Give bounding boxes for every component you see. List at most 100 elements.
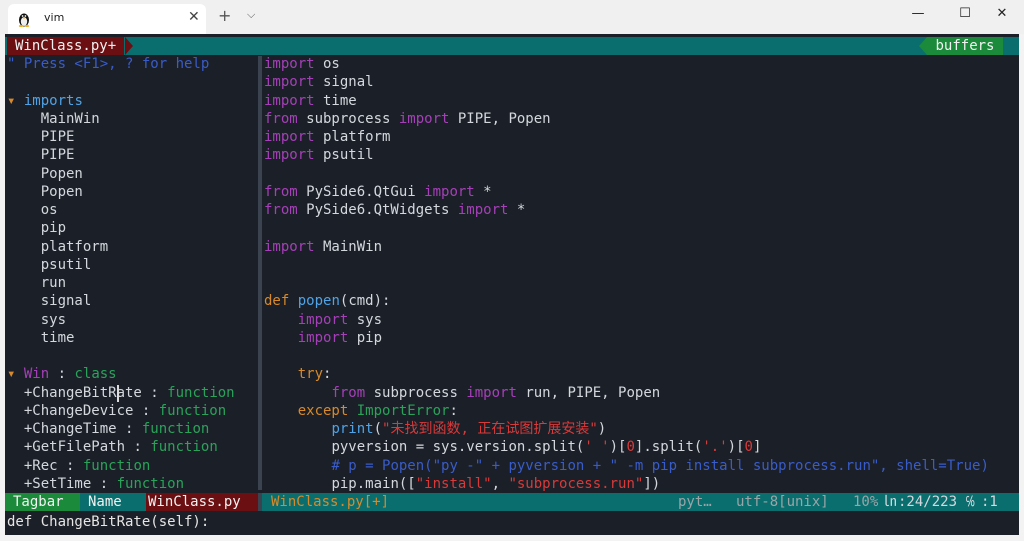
tagbar-import-item[interactable]: psutil [7, 256, 92, 274]
tagbar-import-item[interactable]: signal [7, 292, 92, 310]
code-line[interactable]: import os [264, 55, 340, 73]
tagbar-member-item[interactable]: +SetTime : function [7, 475, 184, 493]
tagbar-import-item[interactable]: MainWin [7, 110, 100, 128]
code-token-id: * [508, 202, 526, 218]
tagbar-separator: : [49, 366, 75, 382]
code-token-str: "install" [415, 476, 492, 492]
code-token-id [264, 458, 331, 474]
code-token-id [264, 385, 331, 401]
tagbar-member-kind: function [167, 385, 235, 401]
code-line[interactable]: import psutil [264, 146, 374, 164]
tab-close-icon[interactable]: ✕ [188, 9, 200, 25]
code-line[interactable]: from subprocess import PIPE, Popen [264, 110, 551, 128]
tagbar-member-item[interactable]: +ChangeDevice : function [7, 402, 226, 420]
tagbar-import-item[interactable]: run [7, 274, 66, 292]
code-token-num: 0 [744, 439, 753, 455]
code-token-num: 0 [626, 439, 635, 455]
command-line[interactable]: def ChangeBitRate(self): [7, 513, 209, 531]
code-token-id: ] [752, 439, 762, 455]
tagbar-member-item[interactable]: +GetFilePath : function [7, 438, 218, 456]
tagbar-import-item[interactable]: sys [7, 311, 66, 329]
code-line[interactable]: pip.main(["install", "subprocess.run"]) [264, 475, 660, 493]
tagbar-import-item[interactable]: Popen [7, 165, 83, 183]
tagbar-file-label: WinClass.py [146, 493, 258, 511]
terminal-tab[interactable]: vim ✕ [8, 4, 206, 34]
new-tab-icon[interactable]: + [218, 6, 231, 25]
column-number-icon: ℅ [966, 494, 975, 510]
tagbar-section-header[interactable]: ▾ Win : class [7, 365, 117, 383]
code-line[interactable]: pyversion = sys.version.split(' ')[0].sp… [264, 438, 761, 456]
close-icon[interactable]: ✕ [987, 6, 1017, 26]
code-line[interactable]: import signal [264, 73, 374, 91]
code-line[interactable]: import MainWin [264, 238, 382, 256]
code-token-id [348, 403, 356, 419]
code-line[interactable]: print("未找到函数, 正在试图扩展安装") [264, 420, 606, 438]
chevron-down-icon[interactable]: ⌵ [247, 8, 255, 22]
tagbar-class-name: Win [23, 366, 50, 382]
code-line[interactable]: import pip [264, 329, 382, 347]
code-token-id: signal [314, 74, 374, 90]
code-token-kw: import [424, 184, 475, 200]
linux-penguin-icon [18, 13, 30, 27]
code-line[interactable]: except ImportError: [264, 402, 458, 420]
code-token-id: pip [348, 330, 383, 346]
tagbar-member-kind: function [141, 421, 210, 437]
tagbar-import-item[interactable]: PIPE [7, 146, 75, 164]
tagbar-item-name: os [40, 202, 58, 218]
minimize-icon[interactable]: — [903, 6, 933, 26]
code-line[interactable]: import sys [264, 311, 382, 329]
code-line[interactable]: from subprocess import run, PIPE, Popen [264, 384, 660, 402]
code-token-kw: import [297, 330, 349, 346]
tagbar-import-item[interactable]: pip [7, 219, 66, 237]
tagbar-separator: : [141, 385, 168, 401]
code-token-id: PySide6.QtWidgets [297, 202, 458, 218]
tagbar-import-item[interactable]: Popen [7, 183, 83, 201]
tagbar-member-kind: function [82, 458, 151, 474]
code-token-def: def [264, 293, 290, 309]
code-token-kw: import [297, 312, 349, 328]
buffer-separator [125, 37, 133, 55]
code-line[interactable]: try: [264, 365, 332, 383]
terminal-area[interactable]: WinClass.py+ buffers " Press <F1>, ? for… [5, 34, 1019, 535]
code-line[interactable]: from PySide6.QtWidgets import * [264, 201, 525, 219]
code-token-kw: import [457, 202, 509, 218]
tagbar-import-item[interactable]: platform [7, 238, 108, 256]
buffers-label[interactable]: buffers [927, 37, 1003, 55]
code-token-id: subprocess [297, 111, 399, 127]
tagbar-member-item[interactable]: +ChangeTime : function [7, 420, 209, 438]
text-cursor [117, 385, 119, 402]
tagbar-section-header[interactable]: ▾ imports [7, 92, 83, 110]
window-divider[interactable] [258, 56, 262, 490]
tagbar-import-item[interactable]: os [7, 201, 58, 219]
code-line[interactable]: import platform [264, 128, 390, 146]
tagbar-member-item[interactable]: +Rec : function [7, 457, 150, 475]
vim-tabline: WinClass.py+ buffers [5, 37, 1019, 55]
code-token-id: ) [597, 421, 607, 437]
maximize-icon[interactable]: ☐ [950, 6, 980, 26]
tagbar-item-name: Popen [40, 166, 83, 182]
code-token-id [289, 293, 297, 309]
code-line[interactable]: def popen(cmd): [264, 292, 390, 310]
tagbar-import-item[interactable]: time [7, 329, 75, 347]
tagbar-import-item[interactable]: PIPE [7, 128, 75, 146]
code-line[interactable]: from PySide6.QtGui import * [264, 183, 492, 201]
code-token-id: ]) [643, 476, 661, 492]
current-buffer-label[interactable]: WinClass.py+ [7, 37, 125, 55]
code-token-kw: from [331, 385, 366, 401]
tagbar-member-item[interactable]: +ChangeBitRate : function [7, 384, 235, 402]
tagbar-item-name: run [40, 275, 67, 291]
tagbar-separator: : [116, 421, 142, 437]
code-token-def: except [297, 403, 349, 419]
code-line[interactable]: # p = Popen("py -" + pyversion + " -m pi… [264, 457, 988, 475]
tagbar-member-name: +GetFilePath [23, 439, 126, 455]
tagbar-help-line[interactable]: " Press <F1>, ? for help [7, 55, 209, 73]
code-line[interactable]: import time [264, 92, 357, 110]
